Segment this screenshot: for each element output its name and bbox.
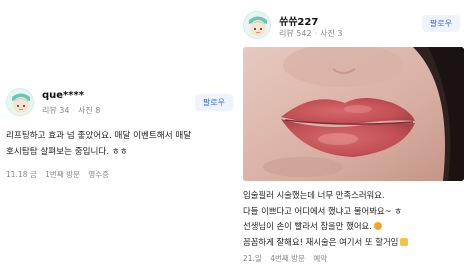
- user-stats: 리뷰 34 · 사진 8: [42, 105, 100, 116]
- review-text-line: 입술필러 시술했는데 너무 만족스러워요.: [243, 190, 385, 200]
- user-name[interactable]: que****: [42, 90, 84, 101]
- visit-count: 1번째 방문: [45, 170, 80, 179]
- avatar-face-icon: [244, 12, 270, 38]
- review-card-left: que**** 리뷰 34 · 사진 8 팔로우 리프팅하고 효과 넘 좋았어요. …: [6, 88, 238, 180]
- user-name[interactable]: 쓔쓔227: [279, 13, 318, 28]
- review-card-right: 쓔쓔227 리뷰 542 · 사진 3 팔로우 입술필러 시술했는데 너무 만족…: [243, 11, 464, 264]
- photo-count: 사진 3: [320, 29, 343, 38]
- review-text-segment: 선생님이 손이 빨라서 참을만 했어요.: [243, 221, 372, 231]
- review-photo[interactable]: [243, 47, 464, 181]
- photo-count: 사진 8: [78, 106, 101, 115]
- user-avatar[interactable]: [243, 11, 271, 39]
- visit-date: 11.18 금: [6, 170, 37, 179]
- review-text-line: 선생님이 손이 빨라서 참을만 했어요.: [243, 219, 464, 235]
- visit-date: 21.일: [243, 254, 262, 263]
- follow-button[interactable]: 팔로우: [194, 94, 233, 111]
- reservation-badge: 예약: [313, 254, 328, 263]
- smile-emoji-icon: [373, 222, 382, 230]
- review-count: 리뷰 542: [279, 29, 312, 38]
- review-count: 리뷰 34: [42, 106, 70, 115]
- review-text-line: 꼼꼼하게 잘해요! 재시술은 여기서 또 할거임: [243, 235, 464, 251]
- separator: ·: [72, 106, 75, 115]
- user-avatar[interactable]: [6, 88, 34, 116]
- review-text-segment: 꼼꼼하게 잘해요! 재시술은 여기서 또 할거임: [243, 236, 399, 247]
- thumbs-up-emoji-icon: [400, 237, 409, 246]
- avatar-face-icon: [7, 89, 33, 115]
- review-text-line: 다들 이쁘다고 어디에서 했냐고 물어봐요~ ㅎ: [243, 205, 403, 216]
- review-text-line: 호시탐탐 살펴보는 중입니다. ㅎㅎ: [6, 147, 128, 157]
- user-stats: 리뷰 542 · 사진 3: [279, 28, 342, 39]
- receipt-badge: 영수증: [88, 170, 110, 179]
- review-text[interactable]: 입술필러 시술했는데 너무 만족스러워요. 다들 이쁘다고 어디에서 했냐고 물…: [243, 188, 464, 250]
- review-text-line: 리프팅하고 효과 넘 좋았어요. 매달 이벤트해서 매달: [6, 131, 192, 141]
- separator: ·: [314, 29, 318, 38]
- lips-photo-image: [243, 47, 464, 181]
- review-header: 쓔쓔227 리뷰 542 · 사진 3 팔로우: [243, 11, 464, 43]
- visit-count: 4번째 방문: [270, 254, 305, 263]
- review-meta: 21.일 4번째 방문 예약: [243, 253, 464, 264]
- review-text[interactable]: 리프팅하고 효과 넘 좋았어요. 매달 이벤트해서 매달 호시탐탐 살펴보는 중…: [6, 128, 238, 160]
- review-meta: 11.18 금 1번째 방문 영수증: [6, 169, 238, 180]
- review-header: que**** 리뷰 34 · 사진 8 팔로우: [6, 88, 238, 120]
- follow-button[interactable]: 팔로우: [421, 15, 460, 32]
